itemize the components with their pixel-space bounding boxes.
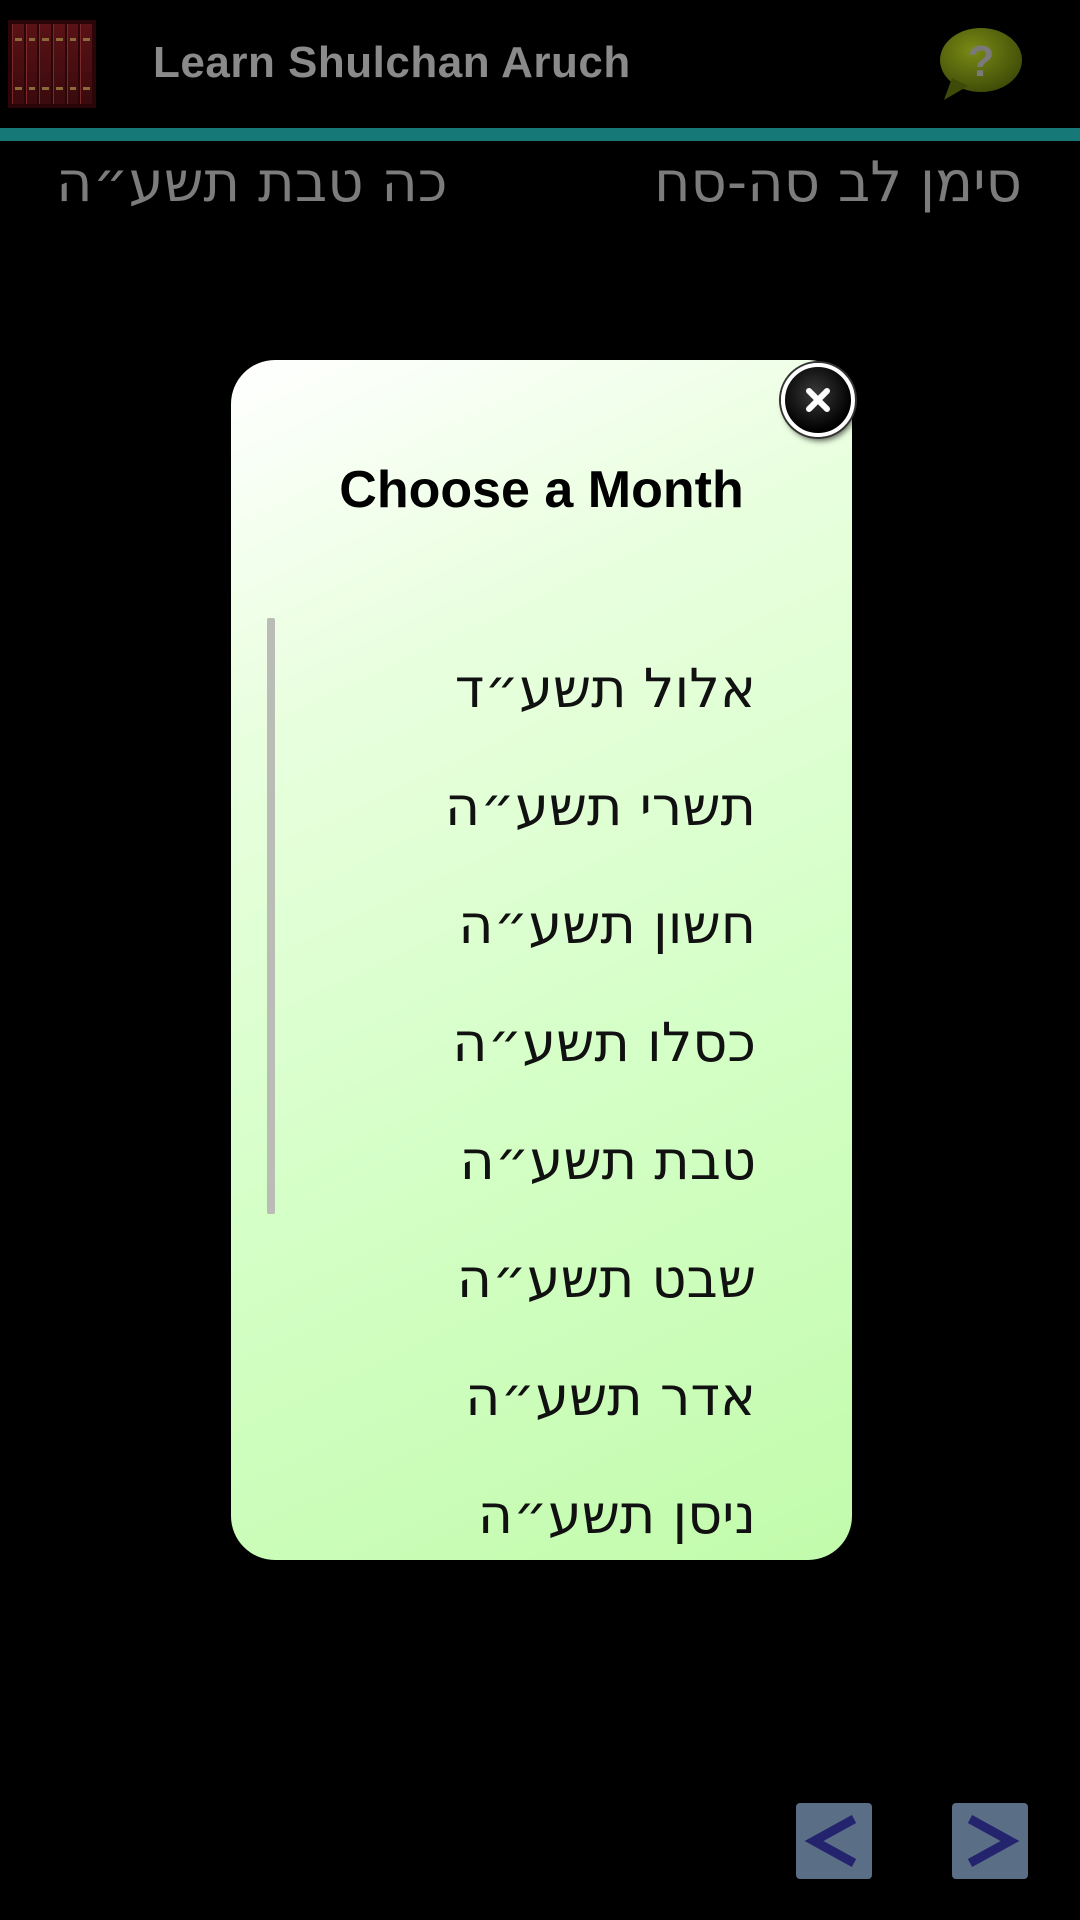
previous-button[interactable] [796,1803,872,1879]
action-bar-divider [0,128,1080,141]
close-icon[interactable] [781,363,855,437]
month-item[interactable]: אלול תשע״ד [291,630,756,748]
dialog-title: Choose a Month [339,461,744,519]
chevron-right-icon [967,1815,1020,1867]
simanim-label[interactable]: סימן לב סה-סח [654,150,1022,215]
month-item[interactable]: תשרי תשע״ה [291,748,756,866]
month-item[interactable]: חשון תשע״ה [291,866,756,984]
date-label[interactable]: כה טבת תשע״ה [56,150,448,215]
app-title: Learn Shulchan Aruch [153,38,631,87]
month-item[interactable]: אדר תשע״ה [291,1338,756,1456]
svg-text:?: ? [968,37,995,86]
month-list: אלול תשע״ד תשרי תשע״ה חשון תשע״ה כסלו תש… [291,630,756,1560]
month-item[interactable]: שבט תשע״ה [291,1220,756,1338]
action-bar: Learn Shulchan Aruch ? [0,0,1080,128]
month-item[interactable]: ניסן תשע״ה [291,1456,756,1560]
chevron-left-icon [804,1815,857,1867]
next-button[interactable] [952,1803,1028,1879]
month-item[interactable]: כסלו תשע״ה [291,984,756,1102]
books-icon [8,20,96,108]
scrollbar[interactable] [267,618,275,1214]
month-item[interactable]: טבת תשע״ה [291,1102,756,1220]
help-bubble-icon[interactable]: ? [938,26,1024,102]
choose-month-dialog: Choose a Month אלול תשע״ד תשרי תשע״ה חשו… [231,360,852,1560]
